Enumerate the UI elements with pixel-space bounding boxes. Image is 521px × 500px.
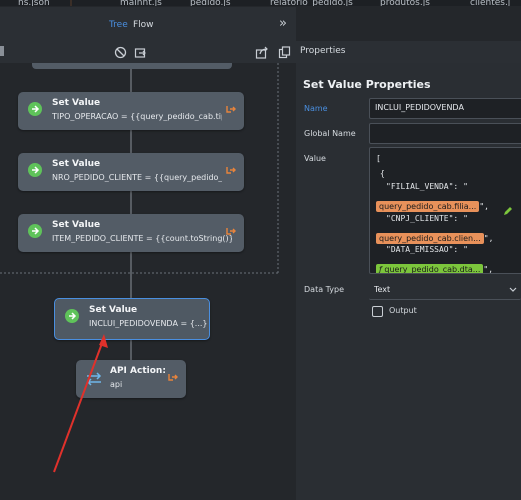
edit-pencil-icon[interactable]	[502, 205, 514, 217]
value-label: Value	[304, 154, 326, 163]
value-line: ƒ query_pedido_cab.dta... ",	[376, 257, 494, 274]
tab-tree[interactable]: Tree	[109, 20, 128, 30]
node-title: API Action:	[110, 366, 166, 376]
properties-header-title: Properties	[300, 46, 346, 56]
flow-header: Tree Flow »	[0, 7, 296, 41]
value-line: query_pedido_cab.filia... ",	[376, 194, 489, 213]
share-icon[interactable]	[255, 44, 269, 63]
expression-pill[interactable]: query_pedido_cab.clien...	[376, 233, 484, 244]
data-type-select[interactable]: Text	[369, 281, 521, 300]
properties-panel: Set Value Properties Name INCLUI_PEDIDOV…	[296, 63, 521, 500]
exit-icon[interactable]	[226, 226, 236, 236]
global-name-input[interactable]	[369, 123, 521, 144]
global-name-label: Global Name	[304, 129, 356, 138]
name-label: Name	[304, 104, 328, 113]
node-subtitle: INCLUI_PEDIDOVENDA = {...}	[89, 319, 207, 328]
editor-tab[interactable]: mainnt.js	[120, 0, 162, 6]
flow-toolbar	[0, 41, 296, 64]
collapse-panel-button[interactable]: »	[279, 16, 287, 31]
value-editor[interactable]: [ { "FILIAL_VENDA": " query_pedido_cab.f…	[369, 147, 521, 274]
export-icon[interactable]	[134, 44, 147, 63]
exit-icon[interactable]	[168, 372, 178, 382]
set-value-node[interactable]: Set Value TIPO_OPERACAO = {{query_pedido…	[18, 92, 244, 130]
set-value-node[interactable]: Set Value ITEM_PEDIDO_CLIENTE = {{count.…	[18, 214, 244, 252]
editor-tab[interactable]: ns.json	[18, 0, 50, 6]
tab-flow[interactable]: Flow	[133, 20, 154, 30]
api-action-node[interactable]: API Action: api	[76, 360, 186, 398]
properties-title: Set Value Properties	[303, 78, 431, 91]
set-value-node[interactable]: Set Value NRO_PEDIDO_CLIENTE = {{query_p…	[18, 153, 244, 191]
editor-tab[interactable]: produtos.js	[380, 0, 430, 6]
arrow-right-circle-icon	[28, 102, 42, 116]
value-line: "CNPJ_CLIENTE": "	[386, 214, 468, 223]
output-checkbox[interactable]	[372, 306, 383, 317]
value-line-tail: ",	[483, 234, 494, 243]
arrow-right-circle-icon	[28, 163, 42, 177]
editor-tab[interactable]: pedido.js	[190, 0, 231, 6]
exit-icon[interactable]	[226, 104, 236, 114]
node-title: Set Value	[52, 220, 101, 230]
node-title: Set Value	[52, 159, 101, 169]
value-line-tail: ",	[479, 202, 489, 211]
node-subtitle: api	[110, 380, 123, 389]
data-type-label: Data Type	[304, 285, 345, 294]
node-subtitle: ITEM_PEDIDO_CLIENTE = {{count.toString()…	[52, 234, 232, 243]
exit-icon[interactable]	[226, 165, 236, 175]
function-expression-pill[interactable]: ƒ query_pedido_cab.dta...	[376, 264, 484, 274]
toolbar-edge-marker	[0, 46, 4, 56]
arrow-right-circle-icon	[65, 309, 79, 323]
chevron-down-icon	[509, 287, 517, 292]
disable-icon[interactable]	[114, 44, 127, 63]
file-icon	[70, 0, 72, 6]
value-line: "DATA_EMISSAO": "	[386, 245, 468, 254]
value-line: {	[380, 169, 385, 178]
arrow-right-circle-icon	[28, 224, 42, 238]
exchange-icon	[86, 371, 102, 390]
value-line: query_pedido_cab.clien... ",	[376, 226, 493, 245]
set-value-node-selected[interactable]: Set Value INCLUI_PEDIDOVENDA = {...}	[54, 298, 210, 340]
node-title: Set Value	[52, 98, 101, 108]
properties-header: Properties	[296, 41, 521, 64]
editor-tab-strip: ns.json mainnt.js pedido.js relatorio_pe…	[0, 0, 521, 6]
name-input-value: INCLUI_PEDIDOVENDA	[375, 103, 464, 112]
editor-tab[interactable]: relatorio_pedido.js	[270, 0, 353, 6]
name-input[interactable]: INCLUI_PEDIDOVENDA	[369, 98, 521, 119]
node-title: Set Value	[89, 305, 138, 315]
editor-tab[interactable]: clientes.j	[470, 0, 510, 6]
expression-pill[interactable]: query_pedido_cab.filia...	[376, 201, 480, 212]
output-label: Output	[389, 306, 417, 315]
expression-pill-text: query_pedido_cab.dta...	[384, 265, 481, 274]
node-subtitle: TIPO_OPERACAO = {{query_pedido_cab.tip..…	[52, 112, 222, 121]
copy-icon[interactable]	[278, 44, 291, 63]
node-subtitle: NRO_PEDIDO_CLIENTE = {{query_pedido_c...	[52, 173, 222, 182]
value-line: "FILIAL_VENDA": "	[386, 182, 468, 191]
value-line-tail: ",	[483, 265, 494, 274]
data-type-value: Text	[374, 285, 391, 294]
value-line: [	[376, 154, 381, 163]
